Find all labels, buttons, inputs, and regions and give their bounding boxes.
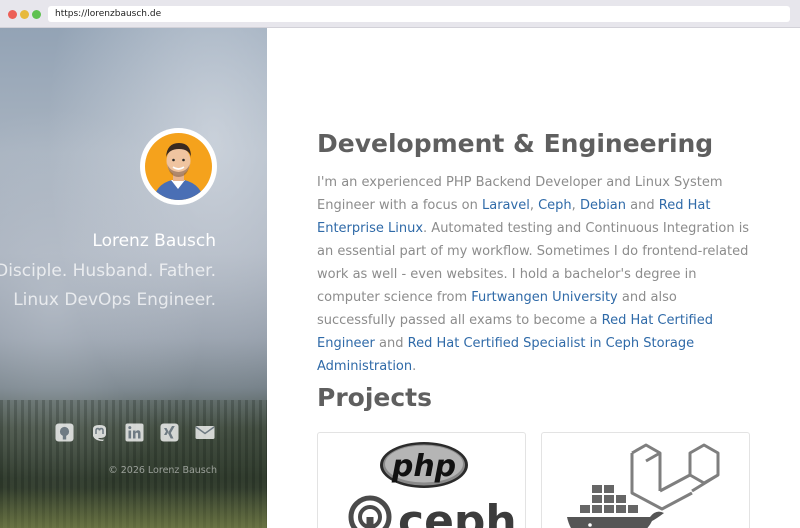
browser-toolbar: https://lorenzbausch.de — [0, 0, 800, 28]
ceph-logo-text: ceph — [398, 496, 517, 528]
ceph-link[interactable]: Ceph — [538, 198, 572, 213]
php-logo-text: php — [391, 449, 456, 484]
avatar-portrait — [145, 133, 212, 200]
description-text: , — [571, 198, 580, 213]
description-text: , — [529, 198, 539, 213]
minimize-window-button[interactable] — [20, 10, 29, 19]
close-window-button[interactable] — [8, 10, 17, 19]
address-bar[interactable]: https://lorenzbausch.de — [48, 6, 790, 22]
profile-name: Lorenz Bausch — [92, 231, 216, 251]
mastodon-icon[interactable] — [90, 423, 109, 442]
ground-background — [0, 488, 267, 528]
docker-logo — [567, 485, 664, 528]
mail-icon[interactable] — [195, 423, 215, 442]
github-icon[interactable] — [55, 423, 74, 442]
main-content: Development & Engineering I'm an experie… — [267, 28, 800, 528]
ceph-logo: ceph — [348, 495, 517, 528]
project-card-php-ceph[interactable]: php ceph — [317, 432, 526, 528]
description-text: and — [374, 336, 408, 351]
laravel-link[interactable]: Laravel — [482, 198, 530, 213]
avatar — [140, 128, 217, 205]
furtwangen-university-link[interactable]: Furtwangen University — [471, 290, 618, 305]
php-logo: php — [380, 442, 468, 488]
profile-tagline-1: Disciple. Husband. Father. — [0, 261, 216, 281]
profile-tagline-2: Linux DevOps Engineer. — [13, 290, 216, 310]
description-text: and — [626, 198, 659, 213]
xing-icon[interactable] — [160, 423, 179, 442]
profile-sidebar: Lorenz Bausch Disciple. Husband. Father.… — [0, 28, 267, 528]
laravel-logo — [630, 443, 720, 511]
projects-heading: Projects — [317, 383, 433, 412]
description-text: . — [412, 359, 417, 374]
debian-link[interactable]: Debian — [580, 198, 626, 213]
development-heading: Development & Engineering — [317, 129, 714, 158]
maximize-window-button[interactable] — [32, 10, 41, 19]
copyright-notice: © 2026 Lorenz Bausch — [108, 465, 217, 476]
linkedin-icon[interactable] — [125, 423, 144, 442]
project-card-docker-laravel[interactable] — [541, 432, 750, 528]
development-description: I'm an experienced PHP Backend Developer… — [317, 171, 757, 378]
